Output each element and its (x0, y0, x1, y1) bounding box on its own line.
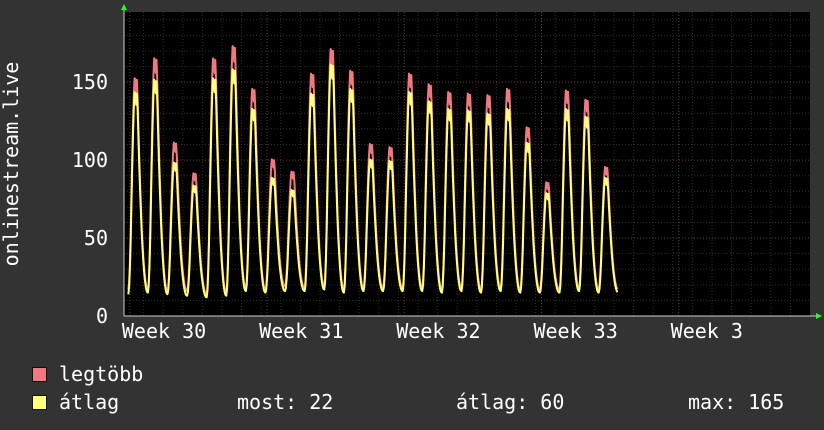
y-tick-label: 50 (84, 226, 108, 250)
legend-label-avg: átlag (59, 390, 120, 414)
legend-label-max: legtöbb (59, 362, 144, 386)
x-tick-label: Week 33 (533, 319, 617, 343)
x-tick-label: Week 32 (396, 319, 480, 343)
y-tick-label: 0 (96, 304, 108, 328)
x-tick-label: Week 30 (122, 319, 206, 343)
legend-item-avg: átlag (32, 390, 120, 414)
stat-max: max: 165 (688, 390, 785, 414)
stat-average: átlag: 60 (456, 390, 565, 414)
y-tick-label: 150 (72, 70, 108, 94)
stat-now: most: 22 (237, 390, 334, 414)
legend-swatch-avg (32, 394, 47, 410)
x-tick-label: Week 31 (259, 319, 343, 343)
legend-swatch-max (32, 366, 47, 382)
legend-item-max: legtöbb (32, 362, 144, 386)
y-axis-label: onlinestream.live (0, 62, 23, 267)
x-axis-arrow (816, 313, 822, 319)
y-tick-label: 100 (72, 148, 108, 172)
y-axis-arrow (121, 4, 127, 10)
x-tick-label: Week 3 (671, 319, 743, 343)
